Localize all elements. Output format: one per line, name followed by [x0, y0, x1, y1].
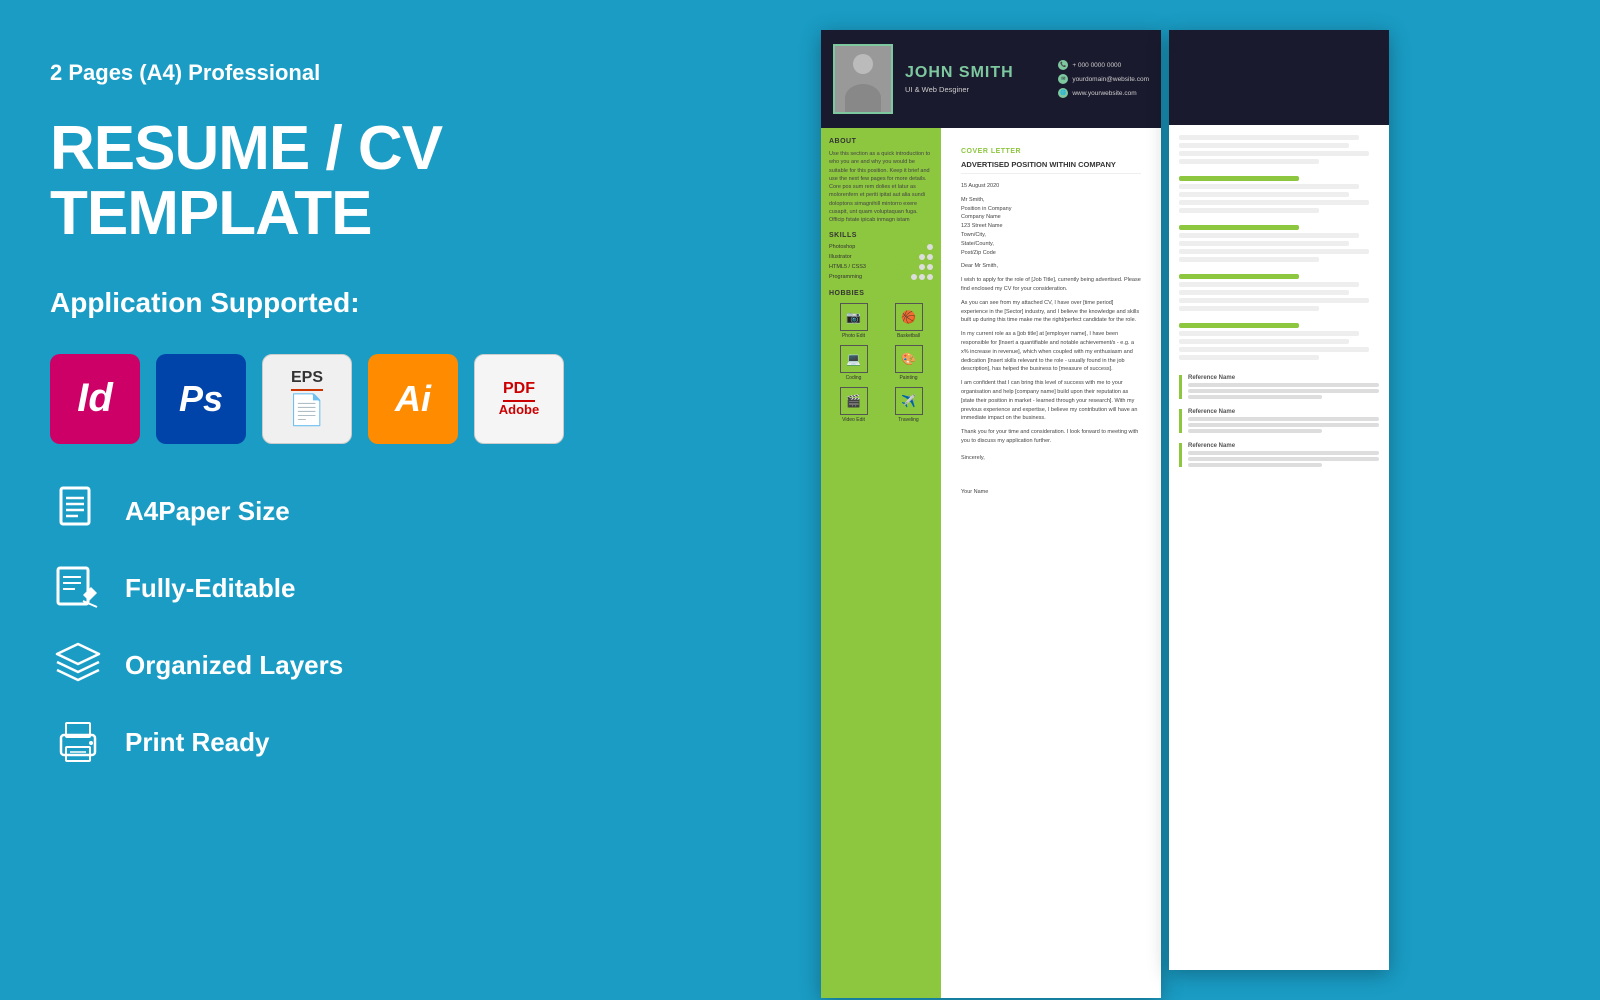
cover-body4: I am confident that I can bring this lev…	[961, 379, 1141, 423]
hobby-traveling: ✈️ Traveling	[884, 387, 933, 423]
cover-closing: Sincerely,	[961, 454, 1141, 463]
feature-a4paper-label: A4Paper Size	[125, 496, 290, 527]
cover-signature: Your Name	[961, 488, 1141, 497]
partial-page-content: Reference Name Reference Name Reference …	[1169, 125, 1389, 487]
eps-icon: EPS 📄	[262, 354, 352, 444]
skills-title: SKILLS	[829, 232, 933, 239]
resume-job-title: UI & Web Desginer	[905, 85, 1046, 94]
partial-page: Reference Name Reference Name Reference …	[1169, 30, 1389, 970]
skill-html5: HTML5 / CSS3	[829, 264, 933, 270]
photoshop-icon: Ps	[156, 354, 246, 444]
document-icon	[50, 484, 105, 539]
skill-photoshop: Photoshop	[829, 244, 933, 250]
feature-editable: Fully-Editable	[50, 561, 590, 616]
skills-list: Photoshop Illustrator	[829, 244, 933, 280]
contact-phone: 📞 + 000 0000 0000	[1058, 60, 1149, 70]
right-panel: JOHN SMITH UI & Web Desginer 📞 + 000 000…	[640, 0, 1600, 1000]
resume-name: JOHN SMITH	[905, 64, 1046, 82]
resume-main-content: COVER LETTER ADVERTISED POSITION WITHIN …	[941, 128, 1161, 998]
cover-addressee: Mr Smith, Position in Company Company Na…	[961, 196, 1141, 258]
left-panel: 2 Pages (A4) Professional RESUME / CV TE…	[0, 0, 640, 1000]
resume-sidebar: ABOUT Use this section as a quick introd…	[821, 128, 941, 998]
about-title: ABOUT	[829, 138, 933, 145]
feature-editable-label: Fully-Editable	[125, 573, 295, 604]
layers-icon	[50, 638, 105, 693]
partial-page-header	[1169, 30, 1389, 125]
cover-salutation: Dear Mr Smith,	[961, 262, 1141, 271]
app-icons-row: Id Ps EPS 📄 Ai PDF Adobe	[50, 354, 590, 444]
resume-name-block: JOHN SMITH UI & Web Desginer	[905, 64, 1046, 94]
printer-icon	[50, 715, 105, 770]
hobby-basketball: 🏀 Basketball	[884, 303, 933, 339]
cover-body2: As you can see from my attached CV, I ha…	[961, 299, 1141, 325]
feature-print-label: Print Ready	[125, 727, 270, 758]
skill-programming: Programming	[829, 274, 933, 280]
hobby-photo-edit: 📷 Photo Edit	[829, 303, 878, 339]
resume-body: ABOUT Use this section as a quick introd…	[821, 128, 1161, 998]
cover-position-title: ADVERTISED POSITION WITHIN COMPANY	[961, 160, 1141, 174]
hobby-coding: 💻 Coding	[829, 345, 878, 381]
feature-a4paper: A4Paper Size	[50, 484, 590, 539]
contact-email: ✉ yourdomain@website.com	[1058, 74, 1149, 84]
cover-date: 15 August 2020	[961, 182, 1141, 191]
hobby-video-edit: 🎬 Video Edit	[829, 387, 878, 423]
indesign-icon: Id	[50, 354, 140, 444]
about-text: Use this section as a quick introduction…	[829, 150, 933, 224]
resume-photo	[833, 44, 893, 114]
partial-ref-3: Reference Name	[1179, 443, 1379, 467]
cover-body1: I wish to apply for the role of [Job Tit…	[961, 276, 1141, 294]
skill-illustrator: Illustrator	[829, 254, 933, 260]
main-title: RESUME / CV TEMPLATE	[50, 116, 590, 246]
cover-letter-section: COVER LETTER ADVERTISED POSITION WITHIN …	[951, 138, 1151, 511]
partial-ref-1: Reference Name	[1179, 375, 1379, 399]
features-list: A4Paper Size Fully-Editable	[50, 484, 590, 770]
cover-body5: Thank you for your time and consideratio…	[961, 428, 1141, 446]
feature-print: Print Ready	[50, 715, 590, 770]
resume-header: JOHN SMITH UI & Web Desginer 📞 + 000 000…	[821, 30, 1161, 128]
hobbies-grid: 📷 Photo Edit 🏀 Basketball 💻 Coding 🎨 Pai…	[829, 303, 933, 423]
hobbies-title: HOBBIES	[829, 290, 933, 297]
app-supported-label: Application Supported:	[50, 287, 590, 319]
contact-website: 🌐 www.yourwebsite.com	[1058, 88, 1149, 98]
edit-icon	[50, 561, 105, 616]
cover-body3: In my current role as a [job title] at […	[961, 330, 1141, 374]
resume-contact: 📞 + 000 0000 0000 ✉ yourdomain@website.c…	[1058, 60, 1149, 98]
hobby-painting: 🎨 Painting	[884, 345, 933, 381]
subtitle: 2 Pages (A4) Professional	[50, 60, 590, 86]
cover-letter-title: COVER LETTER	[961, 148, 1141, 155]
feature-layers-label: Organized Layers	[125, 650, 343, 681]
resume-page-1: JOHN SMITH UI & Web Desginer 📞 + 000 000…	[821, 30, 1161, 998]
partial-ref-2: Reference Name	[1179, 409, 1379, 433]
feature-layers: Organized Layers	[50, 638, 590, 693]
pdf-icon: PDF Adobe	[474, 354, 564, 444]
illustrator-icon: Ai	[368, 354, 458, 444]
